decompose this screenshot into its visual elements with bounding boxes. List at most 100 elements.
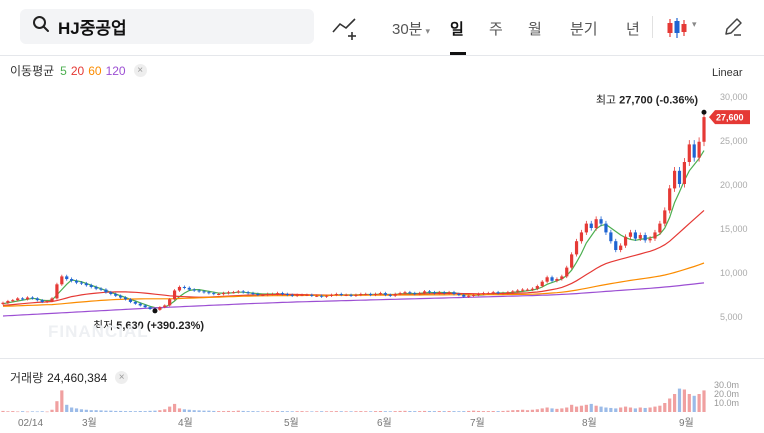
candle-body xyxy=(677,170,682,184)
candle-body xyxy=(668,188,672,211)
interval-year-tab[interactable]: 년 xyxy=(626,18,640,39)
candle-body xyxy=(378,293,383,295)
y-axis-tick-label: 5,000 xyxy=(720,312,743,322)
close-icon[interactable]: × xyxy=(133,64,147,77)
volume-bar xyxy=(300,411,304,412)
candlestick xyxy=(35,297,39,302)
volume-bar xyxy=(231,411,235,412)
candle-body xyxy=(256,294,260,295)
compare-chart-icon[interactable] xyxy=(330,14,360,40)
volume-bar xyxy=(525,410,530,412)
chevron-down-icon: ▾ xyxy=(692,19,697,29)
candlestick xyxy=(633,229,637,241)
candle-body xyxy=(89,285,93,287)
volume-bar xyxy=(128,411,133,412)
candle-body xyxy=(94,286,98,289)
volume-bar xyxy=(275,411,280,412)
candlestick xyxy=(609,229,613,244)
volume-bar xyxy=(472,410,476,412)
candlestick xyxy=(702,112,706,147)
volume-bar xyxy=(202,410,206,412)
candle-body xyxy=(148,307,152,309)
interval-week-tab[interactable]: 주 xyxy=(489,18,503,39)
candlestick xyxy=(619,243,623,253)
candle-body xyxy=(300,294,304,296)
candle-body xyxy=(579,232,584,242)
candle-body xyxy=(349,294,353,296)
volume-bar xyxy=(285,411,289,412)
candle-body xyxy=(418,293,422,295)
candlestick xyxy=(692,140,696,162)
interval-30min-button[interactable]: 30분 ▾ xyxy=(392,18,430,39)
volume-bar xyxy=(393,411,397,412)
interval-day-tab[interactable]: 일 xyxy=(450,18,464,39)
price-chart[interactable]: 30,000 25,000 20,000 15,000 10,000 5,000 최고 27… xyxy=(0,56,764,356)
candlestick xyxy=(570,252,574,270)
candlestick xyxy=(1,301,5,306)
scale-type-button[interactable]: Linear xyxy=(712,67,743,79)
volume-bar xyxy=(329,411,334,412)
volume-bar xyxy=(133,411,137,412)
chart-type-button[interactable]: ▾ xyxy=(665,14,703,42)
candlestick xyxy=(168,298,172,307)
close-icon[interactable]: × xyxy=(115,371,129,384)
candlestick xyxy=(177,285,182,292)
stock-name: HJ중공업 xyxy=(58,19,127,38)
candle-body xyxy=(261,294,265,296)
candle-body xyxy=(329,294,334,296)
candlestick xyxy=(550,275,554,283)
candlestick xyxy=(221,291,226,296)
volume-bar xyxy=(143,411,147,412)
volume-bar xyxy=(432,411,436,412)
candlestick xyxy=(310,293,314,298)
y-axis-tick-label: 20,000 xyxy=(720,180,748,190)
candle-body xyxy=(408,292,412,294)
candle-body xyxy=(35,298,39,301)
volume-bar xyxy=(123,411,128,412)
candle-body xyxy=(324,295,329,297)
volume-bar xyxy=(138,411,142,412)
volume-bar xyxy=(672,394,677,412)
volume-bar xyxy=(476,410,481,412)
ma-5-label: 5 xyxy=(60,63,67,78)
candle-body xyxy=(84,283,88,286)
candlestick xyxy=(682,158,686,188)
candle-body xyxy=(30,297,35,299)
volume-bar xyxy=(383,411,387,412)
candlestick xyxy=(589,220,593,231)
volume-bar xyxy=(226,410,231,412)
x-axis-tick-label: 9월 xyxy=(679,417,694,429)
candle-body xyxy=(207,292,211,294)
candlestick xyxy=(653,229,657,241)
chevron-down-icon: ▾ xyxy=(425,26,431,36)
volume-bar xyxy=(437,411,441,412)
volume-bar xyxy=(369,411,373,412)
volume-bar xyxy=(280,411,285,412)
candle-body xyxy=(584,223,588,233)
candlestick xyxy=(672,167,677,192)
stock-search-box[interactable]: HJ중공업 xyxy=(20,9,314,44)
candle-body xyxy=(354,294,358,296)
volume-bar xyxy=(266,411,270,412)
volume-bar xyxy=(373,411,378,412)
volume-bar xyxy=(486,411,490,412)
interval-month-tab[interactable]: 월 xyxy=(528,18,542,39)
candle-body xyxy=(187,287,191,290)
candle-body xyxy=(393,294,397,296)
candle-body xyxy=(60,276,64,285)
pencil-icon[interactable] xyxy=(722,16,744,38)
low-marker xyxy=(152,308,158,314)
candle-body xyxy=(246,292,250,294)
volume-bar xyxy=(496,411,500,412)
volume-bar xyxy=(35,411,39,413)
candle-body xyxy=(530,288,535,290)
interval-quarter-tab[interactable]: 분기 xyxy=(570,18,598,39)
candle-body xyxy=(570,254,574,268)
candlestick xyxy=(584,220,588,235)
candle-body xyxy=(16,298,20,301)
candlestick xyxy=(668,184,672,214)
candle-body xyxy=(104,289,108,293)
candle-body xyxy=(398,293,402,295)
volume-bar xyxy=(692,395,696,412)
volume-bar xyxy=(153,410,157,412)
